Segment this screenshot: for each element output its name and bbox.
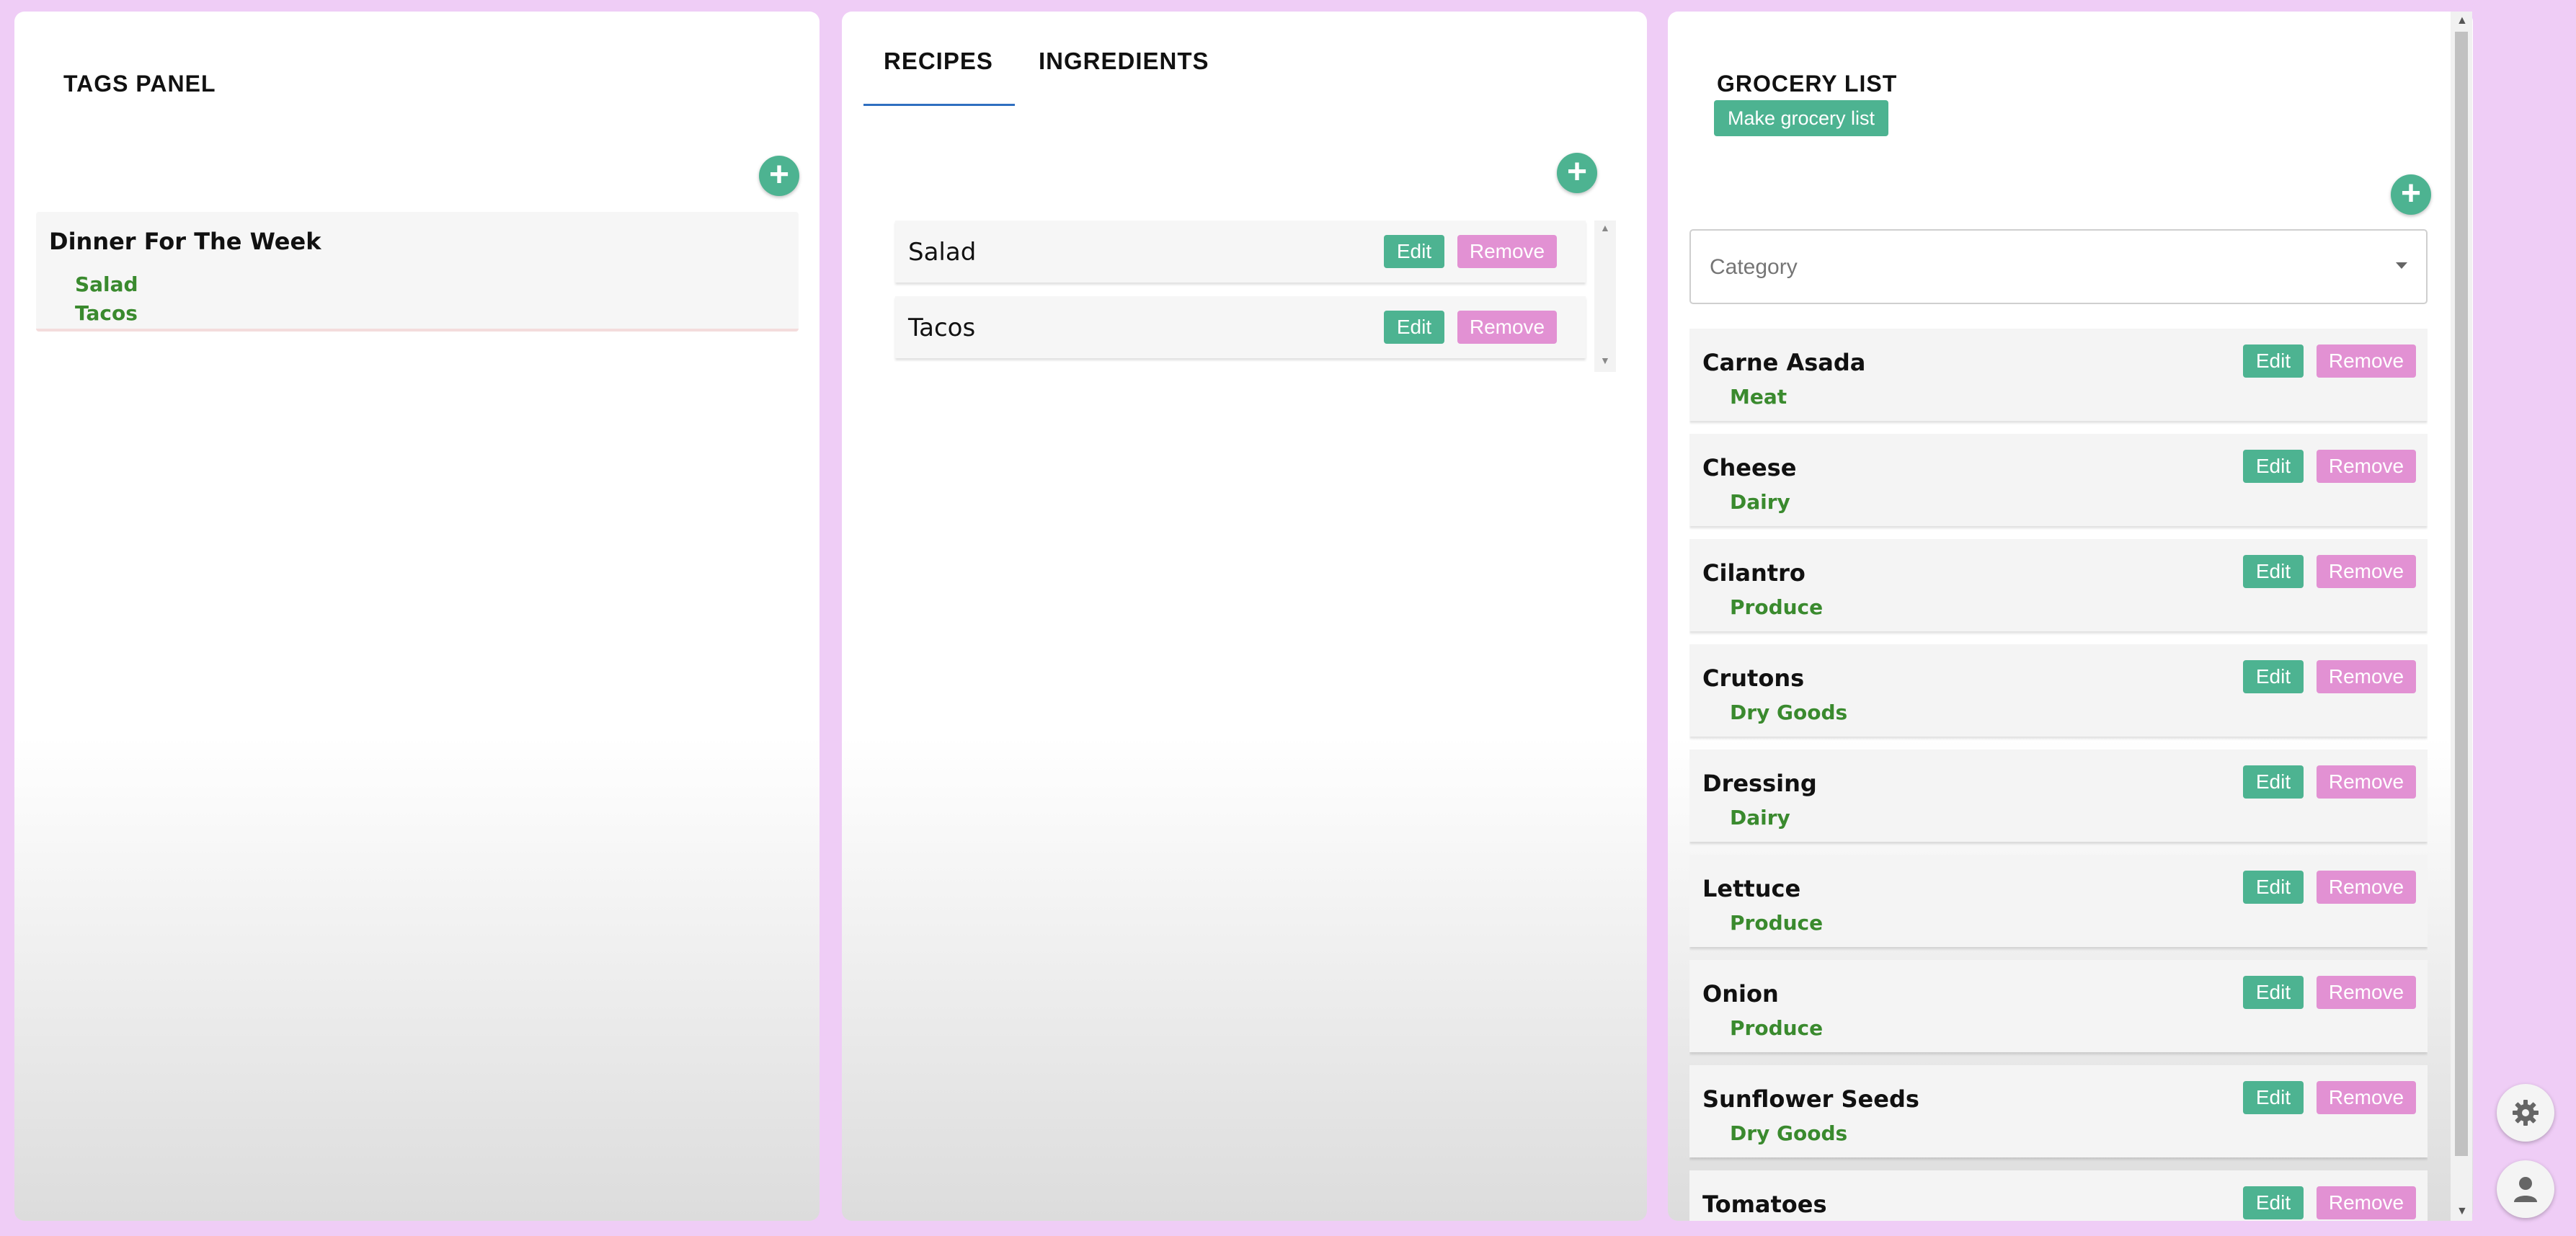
tag-name: Dinner For The Week: [49, 228, 321, 255]
remove-button[interactable]: Remove: [2317, 1186, 2416, 1219]
ingredient-row[interactable]: Sunflower Seeds Dry Goods Edit Remove: [1689, 1065, 2428, 1157]
add-tag-button[interactable]: +: [759, 156, 799, 196]
edit-button[interactable]: Edit: [2243, 976, 2304, 1009]
ingredient-category: Meat: [1730, 385, 1787, 409]
ingredient-name: Cheese: [1702, 454, 1797, 481]
edit-button[interactable]: Edit: [1384, 311, 1444, 344]
ingredient-name: Sunflower Seeds: [1702, 1085, 1919, 1113]
remove-button[interactable]: Remove: [2317, 660, 2416, 693]
recipe-row[interactable]: Tacos Edit Remove: [895, 296, 1586, 358]
ingredient-category: Produce: [1730, 595, 1824, 619]
ingredient-row[interactable]: Carne Asada Meat Edit Remove: [1689, 329, 2428, 421]
ingredient-row[interactable]: Dressing Dairy Edit Remove: [1689, 750, 2428, 842]
edit-button[interactable]: Edit: [2243, 765, 2304, 799]
remove-button[interactable]: Remove: [2317, 871, 2416, 904]
tags-panel-title: TAGS PANEL: [63, 71, 216, 97]
settings-button[interactable]: [2497, 1084, 2554, 1142]
ingredient-name: Lettuce: [1702, 875, 1801, 902]
recipes-panel: RECIPES INGREDIENTS + Salad Edit Remove …: [842, 12, 1647, 1221]
user-button[interactable]: [2497, 1160, 2554, 1218]
edit-button[interactable]: Edit: [2243, 1186, 2304, 1219]
page-scrollbar[interactable]: ▲ ▼: [2451, 12, 2472, 1221]
ingredient-category: Dry Goods: [1730, 701, 1848, 724]
scroll-down-icon[interactable]: ▼: [2456, 1205, 2468, 1218]
scroll-up-icon[interactable]: ▲: [1600, 222, 1610, 234]
scrollbar-thumb[interactable]: [2455, 32, 2468, 1156]
grocery-panel: GROCERY LIST Make grocery list + Categor…: [1668, 12, 2473, 1221]
grocery-panel-title: GROCERY LIST: [1717, 71, 1898, 97]
ingredient-category: Dry Goods: [1730, 1121, 1848, 1145]
ingredient-list: Carne Asada Meat Edit Remove Cheese Dairy Edit…: [1689, 329, 2428, 1221]
edit-button[interactable]: Edit: [2243, 555, 2304, 588]
ingredient-name: Crutons: [1702, 664, 1805, 692]
plus-icon: +: [1566, 153, 1588, 191]
ingredient-category: Produce: [1730, 911, 1824, 935]
edit-button[interactable]: Edit: [1384, 235, 1444, 268]
remove-button[interactable]: Remove: [2317, 450, 2416, 483]
ingredient-name: Tomatoes: [1702, 1191, 1827, 1218]
recipe-list-scrollbar[interactable]: ▲ ▼: [1594, 221, 1616, 372]
recipe-row[interactable]: Salad Edit Remove: [895, 221, 1586, 283]
edit-button[interactable]: Edit: [2243, 1081, 2304, 1114]
tag-card[interactable]: Dinner For The Week Salad Tacos: [36, 212, 799, 332]
gear-icon: [2513, 1100, 2539, 1126]
remove-button[interactable]: Remove: [2317, 1081, 2416, 1114]
edit-button[interactable]: Edit: [2243, 871, 2304, 904]
user-icon: [2514, 1177, 2537, 1202]
tag-recipe-item[interactable]: Salad: [75, 272, 138, 296]
ingredient-name: Onion: [1702, 980, 1779, 1008]
ingredient-category: Dairy: [1730, 490, 1790, 514]
ingredient-row[interactable]: Lettuce Produce Edit Remove: [1689, 855, 2428, 947]
scroll-down-icon[interactable]: ▼: [1600, 355, 1610, 366]
remove-button[interactable]: Remove: [2317, 976, 2416, 1009]
remove-button[interactable]: Remove: [2317, 344, 2416, 378]
ingredient-category: Produce: [1730, 1016, 1824, 1040]
add-recipe-button[interactable]: +: [1557, 153, 1597, 193]
remove-button[interactable]: Remove: [1457, 311, 1557, 344]
ingredient-category: Dairy: [1730, 806, 1790, 830]
edit-button[interactable]: Edit: [2243, 344, 2304, 378]
category-select[interactable]: Category: [1689, 229, 2428, 304]
ingredient-row[interactable]: Cilantro Produce Edit Remove: [1689, 539, 2428, 631]
plus-icon: +: [768, 156, 790, 194]
tab-recipes[interactable]: RECIPES: [884, 48, 993, 75]
active-tab-indicator: [863, 104, 1015, 106]
recipe-name: Tacos: [908, 314, 976, 342]
tab-ingredients[interactable]: INGREDIENTS: [1039, 48, 1209, 75]
ingredient-name: Carne Asada: [1702, 349, 1866, 376]
category-placeholder: Category: [1710, 255, 1798, 279]
tags-panel: TAGS PANEL + Dinner For The Week Salad T…: [14, 12, 820, 1221]
plus-icon: +: [2400, 174, 2422, 213]
edit-button[interactable]: Edit: [2243, 660, 2304, 693]
chevron-down-icon: [2396, 262, 2407, 269]
add-ingredient-button[interactable]: +: [2391, 174, 2431, 215]
tag-recipe-item[interactable]: Tacos: [75, 301, 138, 325]
remove-button[interactable]: Remove: [2317, 765, 2416, 799]
recipe-list: Salad Edit Remove Tacos Edit Remove ▲ ▼: [895, 221, 1616, 372]
recipe-name: Salad: [908, 238, 977, 267]
ingredient-row[interactable]: Crutons Dry Goods Edit Remove: [1689, 644, 2428, 737]
remove-button[interactable]: Remove: [1457, 235, 1557, 268]
ingredient-row[interactable]: Onion Produce Edit Remove: [1689, 960, 2428, 1052]
ingredient-name: Cilantro: [1702, 559, 1806, 587]
remove-button[interactable]: Remove: [2317, 555, 2416, 588]
scroll-up-icon[interactable]: ▲: [2456, 14, 2468, 27]
ingredient-row[interactable]: Cheese Dairy Edit Remove: [1689, 434, 2428, 526]
ingredient-name: Dressing: [1702, 770, 1817, 797]
ingredient-row[interactable]: TomatoesProduceEditRemove: [1689, 1170, 2428, 1221]
edit-button[interactable]: Edit: [2243, 450, 2304, 483]
make-grocery-list-button[interactable]: Make grocery list: [1714, 100, 1888, 136]
